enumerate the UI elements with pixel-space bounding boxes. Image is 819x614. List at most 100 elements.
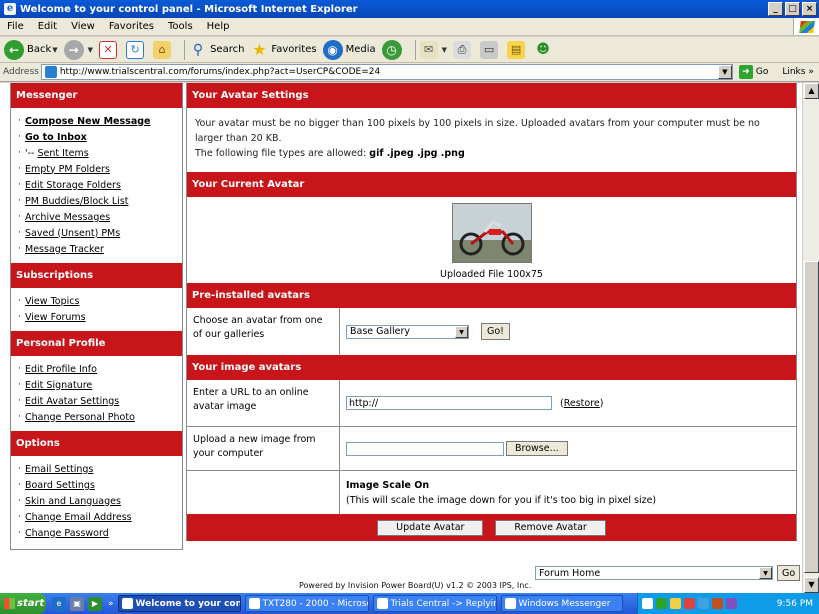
sidebar-link[interactable]: Message Tracker [25, 244, 104, 255]
tray-messenger-icon[interactable] [656, 598, 667, 609]
sidebar-link[interactable]: PM Buddies/Block List [25, 196, 129, 207]
history-button[interactable]: ◷ [381, 39, 405, 60]
sidebar-item-change-email-address[interactable]: · Change Email Address [18, 509, 182, 525]
sidebar-link[interactable]: View Forums [25, 312, 86, 323]
sidebar-item-pm-buddies-block-list[interactable]: · PM Buddies/Block List [18, 193, 182, 209]
sidebar-item-edit-signature[interactable]: · Edit Signature [18, 377, 182, 393]
sidebar-item-saved-unsent-pms[interactable]: · Saved (Unsent) PMs [18, 225, 182, 241]
mail-button[interactable]: ✉ ▼ [419, 40, 447, 59]
sidebar-link[interactable]: Sent Items [37, 148, 88, 159]
stop-button[interactable]: ✕ [99, 40, 120, 59]
sidebar-link[interactable]: Compose New Message [25, 116, 150, 127]
sidebar-link[interactable]: Edit Signature [25, 380, 92, 391]
sidebar-item-edit-profile-info[interactable]: · Edit Profile Info [18, 361, 182, 377]
forward-button[interactable]: → ▼ [63, 39, 93, 60]
sidebar-link[interactable]: Board Settings [25, 480, 95, 491]
back-dropdown-icon[interactable]: ▼ [52, 46, 57, 54]
ie-quicklaunch-icon[interactable]: e [52, 596, 66, 611]
sidebar-link[interactable]: Saved (Unsent) PMs [25, 228, 120, 239]
scale-title[interactable]: Image Scale On [346, 480, 429, 491]
sidebar-link[interactable]: Skin and Languages [25, 496, 121, 507]
sidebar-link[interactable]: Email Settings [25, 464, 93, 475]
sidebar-item-view-topics[interactable]: · View Topics [18, 293, 182, 309]
forum-jump-select[interactable]: Forum Home ▼ [535, 566, 773, 580]
sidebar-link[interactable]: View Topics [25, 296, 79, 307]
tray-security-icon[interactable] [670, 598, 681, 609]
sidebar-item-skin-and-languages[interactable]: · Skin and Languages [18, 493, 182, 509]
sidebar-item-compose-new-message[interactable]: · Compose New Message [18, 113, 182, 129]
vertical-scrollbar[interactable]: ▲ ▼ [802, 83, 819, 593]
gallery-select[interactable]: Base Gallery ▼ [346, 324, 469, 339]
media-button[interactable]: ◉ Media [322, 39, 376, 60]
address-input[interactable]: http://www.trialscentral.com/forums/inde… [40, 64, 733, 80]
sidebar-link[interactable]: Change Password [25, 528, 109, 539]
forum-jump-go-button[interactable]: Go [777, 565, 801, 581]
minimize-button[interactable]: _ [768, 2, 783, 16]
sidebar-item-change-password[interactable]: · Change Password [18, 525, 182, 541]
gallery-go-button[interactable]: Go! [481, 323, 510, 340]
menu-favorites[interactable]: Favorites [102, 21, 161, 32]
tray-update-icon[interactable] [684, 598, 695, 609]
menu-help[interactable]: Help [200, 21, 237, 32]
home-button[interactable]: ⌂ [153, 40, 174, 59]
refresh-button[interactable]: ↻ [126, 40, 147, 59]
address-dropdown-icon[interactable]: ▼ [717, 65, 732, 79]
forward-dropdown-icon[interactable]: ▼ [88, 46, 93, 54]
desktop-quicklaunch-icon[interactable]: ▣ [70, 596, 84, 611]
menu-edit[interactable]: Edit [31, 21, 64, 32]
media-quicklaunch-icon[interactable]: ▶ [88, 596, 102, 611]
sidebar-item-board-settings[interactable]: · Board Settings [18, 477, 182, 493]
mail-dropdown-icon[interactable]: ▼ [442, 46, 447, 54]
messenger-button[interactable]: ☻ [534, 41, 555, 59]
sidebar-link[interactable]: Archive Messages [25, 212, 110, 223]
edit-button[interactable]: ▭ [480, 40, 501, 59]
sidebar-item-edit-storage-folders[interactable]: · Edit Storage Folders [18, 177, 182, 193]
sidebar-link[interactable]: Change Email Address [25, 512, 132, 523]
sidebar-item-go-to-inbox[interactable]: · Go to Inbox [18, 129, 182, 145]
tray-antivirus-icon[interactable] [712, 598, 723, 609]
sidebar-link[interactable]: Edit Storage Folders [25, 180, 121, 191]
go-button[interactable]: ➜ Go [738, 65, 768, 79]
search-button[interactable]: ⚲ Search [189, 41, 245, 59]
maximize-button[interactable]: □ [785, 2, 800, 16]
sidebar-item-email-settings[interactable]: · Email Settings [18, 461, 182, 477]
discuss-button[interactable]: ▤ [507, 40, 528, 59]
sidebar-link[interactable]: Go to Inbox [25, 132, 87, 143]
restore-link[interactable]: Restore [564, 398, 600, 409]
links-button[interactable]: Links » [782, 67, 814, 77]
sidebar-item-view-forums[interactable]: · View Forums [18, 309, 182, 325]
print-button[interactable]: ⎙ [453, 40, 474, 59]
sidebar-item-empty-pm-folders[interactable]: · Empty PM Folders [18, 161, 182, 177]
sidebar-item-change-personal-photo[interactable]: · Change Personal Photo [18, 409, 182, 425]
menu-view[interactable]: View [64, 21, 102, 32]
sidebar-link[interactable]: Edit Profile Info [25, 364, 97, 375]
sidebar-link[interactable]: Change Personal Photo [25, 412, 135, 423]
sidebar-item-message-tracker[interactable]: · Message Tracker [18, 241, 182, 257]
upload-file-input[interactable] [346, 441, 504, 456]
close-button[interactable]: × [802, 2, 817, 16]
sidebar-item-archive-messages[interactable]: · Archive Messages [18, 209, 182, 225]
sidebar-item-sent-items[interactable]: · '-- Sent Items [18, 145, 182, 161]
update-avatar-button[interactable]: Update Avatar [377, 519, 484, 536]
taskbar-task-button[interactable]: TXT280 - 2000 - Microso... [244, 595, 369, 612]
tray-network-icon[interactable] [642, 598, 653, 609]
sidebar-link[interactable]: Edit Avatar Settings [25, 396, 119, 407]
scroll-down-icon[interactable]: ▼ [804, 577, 819, 593]
menu-tools[interactable]: Tools [161, 21, 200, 32]
scroll-up-icon[interactable]: ▲ [804, 83, 819, 99]
tray-volume-icon[interactable] [698, 598, 709, 609]
remove-avatar-button[interactable]: Remove Avatar [495, 519, 606, 536]
menu-file[interactable]: File [0, 21, 31, 32]
scroll-thumb[interactable] [804, 261, 819, 573]
start-button[interactable]: start [0, 593, 46, 614]
browse-button[interactable]: Browse... [506, 441, 568, 456]
tray-app-icon[interactable] [726, 598, 737, 609]
favorites-button[interactable]: ★ Favorites [250, 40, 316, 59]
sidebar-link[interactable]: Empty PM Folders [25, 164, 110, 175]
back-button[interactable]: ← Back ▼ [4, 39, 58, 60]
sidebar-item-edit-avatar-settings[interactable]: · Edit Avatar Settings [18, 393, 182, 409]
taskbar-task-button[interactable]: Welcome to your con... [117, 595, 241, 612]
avatar-url-input[interactable]: http:// [346, 396, 552, 410]
taskbar-task-button[interactable]: Trials Central -> Replyin... [372, 595, 497, 612]
taskbar-task-button[interactable]: Windows Messenger [500, 595, 623, 612]
